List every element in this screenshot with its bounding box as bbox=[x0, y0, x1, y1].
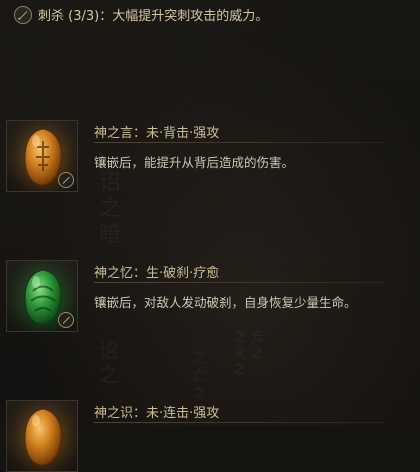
dagger-icon bbox=[58, 312, 74, 328]
divider bbox=[94, 282, 384, 283]
inlay-title: 神之识：未·连击·强攻 bbox=[94, 406, 220, 421]
inlay-title: 神之言：未·背击·强攻 bbox=[94, 126, 220, 141]
dagger-icon bbox=[14, 5, 32, 24]
inlay-description: 镶嵌后，能提升从背后造成的伤害。 bbox=[94, 155, 295, 170]
gem-slot[interactable] bbox=[6, 260, 78, 332]
background-calligraphy: 诏之 bbox=[95, 340, 119, 388]
background-calligraphy: 之亡之 bbox=[190, 350, 206, 404]
inlay-title: 神之忆：生·破刹·疗愈 bbox=[94, 266, 220, 281]
amber-gem-icon bbox=[24, 408, 62, 466]
background-calligraphy: 诏之暗 bbox=[95, 170, 120, 248]
divider bbox=[94, 422, 384, 423]
gem-slot[interactable] bbox=[6, 120, 78, 192]
dagger-icon bbox=[58, 172, 74, 188]
divider bbox=[94, 142, 384, 143]
skill-header: 刺杀 (3/3)：大幅提升突刺攻击的威力。 bbox=[14, 5, 268, 24]
background-calligraphy: 光之 bbox=[250, 330, 264, 362]
skill-header-text: 刺杀 (3/3)：大幅提升突刺攻击的威力。 bbox=[38, 9, 269, 24]
gem-slot[interactable] bbox=[6, 400, 78, 472]
inlay-description: 镶嵌后，对敌人发动破刹，自身恢复少量生命。 bbox=[94, 295, 357, 310]
background-calligraphy: 之义之 bbox=[232, 330, 246, 378]
background bbox=[0, 0, 420, 426]
